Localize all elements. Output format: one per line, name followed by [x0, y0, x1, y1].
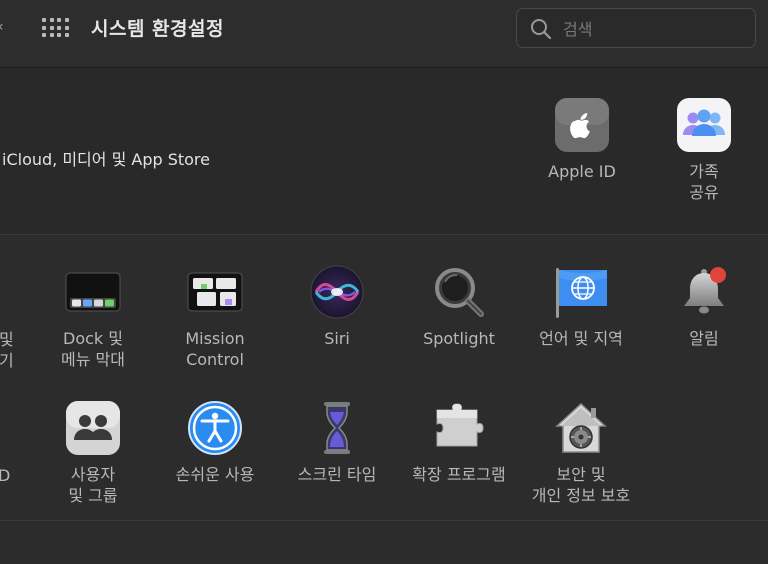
- screen-time-icon: [309, 400, 365, 456]
- pref-label: Siri: [324, 329, 350, 348]
- pref-label: Dock 및 메뉴 막대: [61, 329, 125, 369]
- dock-icon: [65, 264, 121, 320]
- pref-screen-time[interactable]: 스크린 타임: [282, 400, 392, 485]
- pref-extensions[interactable]: 확장 프로그램: [404, 400, 514, 485]
- pref-family-sharing[interactable]: 가족 공유: [649, 97, 759, 203]
- account-banner: iCloud, 미디어 및 App Store Apple ID 가족 공유: [0, 68, 768, 235]
- pref-label: Spotlight: [423, 329, 495, 348]
- pref-spotlight[interactable]: Spotlight: [404, 264, 514, 349]
- pref-label: 알림: [689, 329, 719, 348]
- search-input[interactable]: [561, 9, 745, 49]
- pref-accessibility[interactable]: 손쉬운 사용: [160, 400, 270, 485]
- language-region-icon: [553, 264, 609, 320]
- pref-apple-id[interactable]: Apple ID: [527, 97, 637, 182]
- third-party-section: [0, 521, 768, 564]
- pref-label: 가족 공유: [689, 162, 719, 202]
- mission-control-icon: [187, 264, 243, 320]
- pref-label: Mission Control: [185, 329, 245, 369]
- search-field[interactable]: [516, 8, 756, 49]
- security-privacy-icon: [553, 400, 609, 456]
- pref-security-privacy[interactable]: 보안 및 개인 정보 보호: [526, 400, 636, 506]
- pref-label: 확장 프로그램: [412, 465, 506, 484]
- users-groups-icon: [65, 400, 121, 456]
- pref-siri[interactable]: Siri: [282, 264, 392, 349]
- toolbar: ‹ 시스템 환경설정: [0, 0, 768, 68]
- pref-label: 사용자 및 그룹: [68, 465, 118, 505]
- preference-grid: 및 기 Dock 및 메뉴 막대 Mission Control Siri Sp…: [0, 235, 768, 521]
- account-subtitle: iCloud, 미디어 및 App Store: [2, 150, 211, 169]
- pref-dock[interactable]: Dock 및 메뉴 막대: [38, 264, 148, 370]
- siri-icon: [309, 264, 365, 320]
- family-sharing-icon: [676, 97, 732, 153]
- pref-label: 보안 및 개인 정보 보호: [531, 465, 631, 505]
- pref-label: 언어 및 지역: [539, 329, 623, 348]
- window-title: 시스템 환경설정: [91, 18, 224, 40]
- pref-label: 스크린 타임: [297, 465, 377, 484]
- pref-notifications[interactable]: 알림: [649, 264, 759, 349]
- accessibility-icon: [187, 400, 243, 456]
- clipped-pref-label: D: [0, 466, 11, 485]
- apple-id-icon: [554, 97, 610, 153]
- show-all-grid-icon[interactable]: [42, 18, 69, 38]
- back-chevron-icon[interactable]: ‹: [0, 20, 8, 34]
- pref-users-groups[interactable]: 사용자 및 그룹: [38, 400, 148, 506]
- notifications-icon: [676, 264, 732, 320]
- pref-label: 손쉬운 사용: [175, 465, 255, 484]
- extensions-icon: [431, 400, 487, 456]
- pref-language-region[interactable]: 언어 및 지역: [526, 264, 636, 349]
- clipped-pref-label: 및 기: [0, 330, 14, 370]
- search-icon: [531, 19, 552, 40]
- spotlight-icon: [431, 264, 487, 320]
- pref-label: Apple ID: [548, 162, 616, 181]
- pref-mission-control[interactable]: Mission Control: [160, 264, 270, 370]
